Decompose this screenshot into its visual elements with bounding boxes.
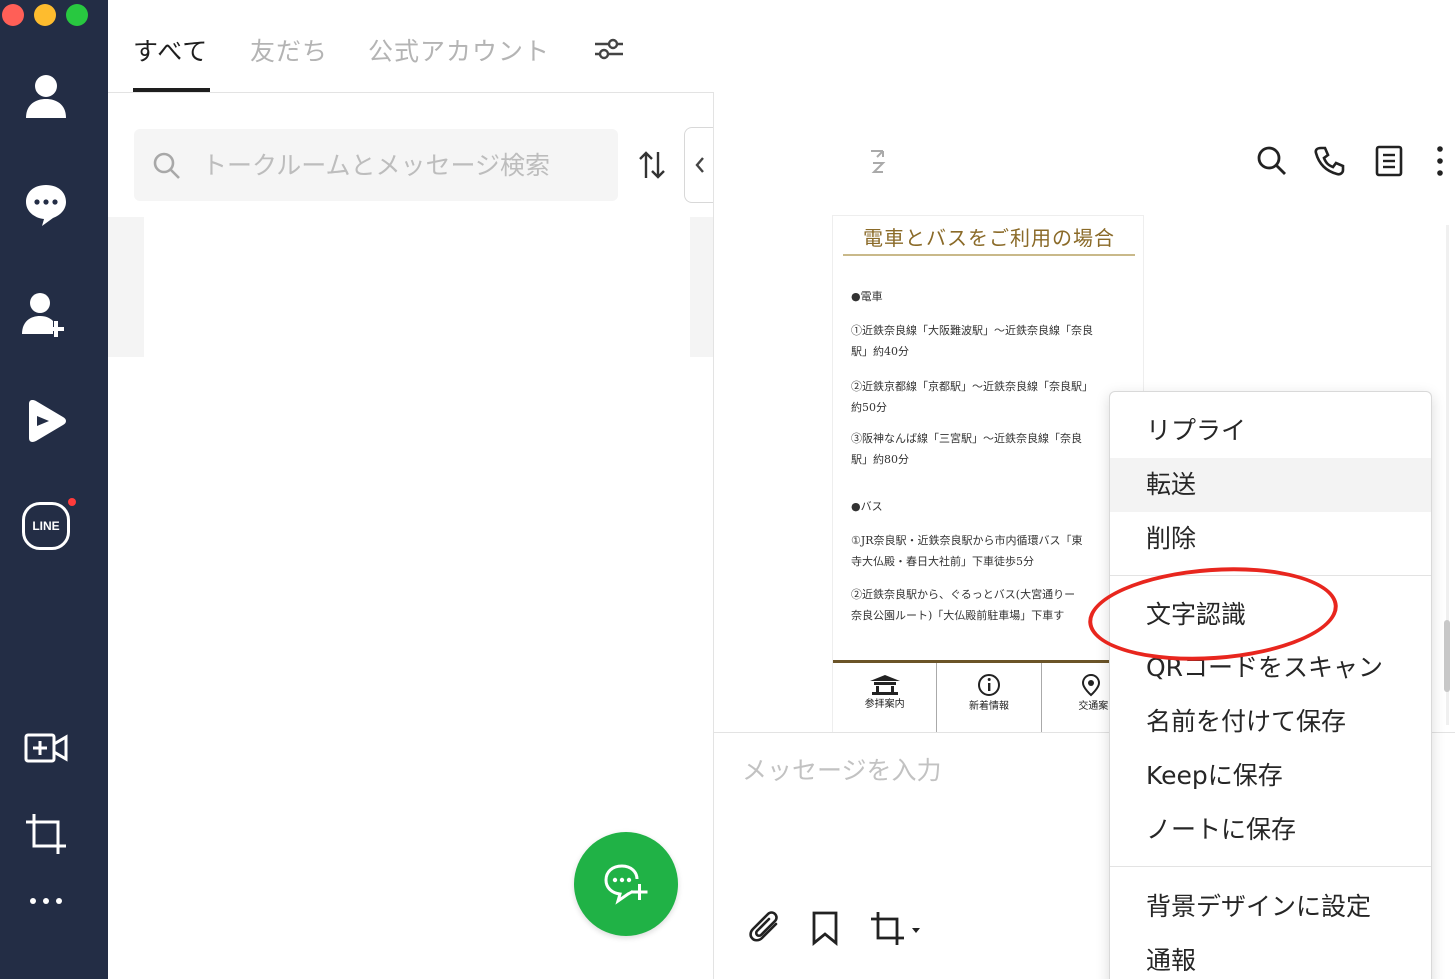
sliders-icon[interactable]	[593, 36, 625, 62]
temple-icon	[869, 675, 900, 695]
message-input[interactable]	[742, 750, 1102, 790]
chevron-left-icon	[694, 157, 704, 173]
sort-icon[interactable]	[638, 150, 666, 180]
map-pin-icon	[1082, 673, 1101, 697]
menu-item-forward[interactable]: 転送	[1110, 458, 1431, 512]
search-icon	[153, 152, 180, 179]
tab-friends[interactable]: 友だち	[250, 32, 328, 68]
new-chat-button[interactable]	[574, 832, 678, 936]
menu-item-text-recognition[interactable]: 文字認識	[1110, 588, 1431, 642]
image-text-line: ●バス	[851, 500, 883, 513]
sidebar-item-chats[interactable]	[0, 182, 92, 228]
menu-item-reply[interactable]: リプライ	[1110, 404, 1431, 458]
menu-item-save-as[interactable]: 名前を付けて保存	[1110, 695, 1431, 749]
image-text-line: ③阪神なんば線「三宮駅」〜近鉄奈良線「奈良	[851, 432, 1082, 445]
context-menu: リプライ 転送 削除 文字認識 QRコードをスキャン 名前を付けて保存 Keep…	[1109, 391, 1432, 979]
menu-separator	[1110, 866, 1431, 867]
image-nav-cell: 参拝案内	[833, 663, 938, 732]
image-nav-label: 参拝案内	[864, 699, 905, 710]
image-nav-label: 新着情報	[968, 701, 1009, 712]
info-icon	[977, 674, 1000, 696]
image-text-line: ②近鉄京都線「京都駅」〜近鉄奈良線「奈良駅」	[851, 380, 1093, 393]
image-message[interactable]: 電車とバスをご利用の場合 ●電車 ①近鉄奈良線「大阪難波駅」〜近鉄奈良線「奈良 …	[832, 215, 1144, 733]
image-nav-cell: 新着情報	[937, 663, 1042, 732]
menu-item-save-to-note[interactable]: ノートに保存	[1110, 803, 1431, 857]
search-input[interactable]	[202, 145, 602, 185]
tab-official-accounts[interactable]: 公式アカウント	[368, 32, 550, 68]
menu-separator	[1110, 575, 1431, 576]
chat-scrollbar-thumb[interactable]	[1444, 620, 1450, 692]
close-window-button[interactable]	[2, 4, 24, 26]
image-text-line: 約50分	[851, 401, 887, 414]
crop-icon[interactable]	[868, 910, 924, 946]
sidebar-item-video-call[interactable]	[0, 730, 92, 766]
image-rule	[843, 254, 1135, 256]
new-chat-icon	[604, 864, 648, 905]
image-text-line: 駅」約40分	[851, 345, 909, 358]
phone-icon[interactable]	[1313, 145, 1345, 177]
panel-divider	[713, 93, 714, 979]
maximize-window-button[interactable]	[66, 4, 88, 26]
image-nav-label: 交通案	[1078, 701, 1109, 712]
sidebar-item-more[interactable]	[0, 896, 92, 906]
notes-icon[interactable]	[1374, 145, 1404, 177]
sidebar-item-friends[interactable]	[0, 72, 92, 120]
chat-list-row-edge	[108, 217, 144, 357]
chat-list-row-edge	[690, 217, 713, 357]
sidebar-item-screenshot[interactable]	[0, 812, 92, 856]
chat-list-tabs: すべて 友だち 公式アカウント	[108, 0, 714, 93]
more-dots-icon	[30, 898, 62, 904]
search-icon[interactable]	[1256, 145, 1288, 177]
crop-icon	[26, 814, 66, 854]
menu-item-save-to-keep[interactable]: Keepに保存	[1110, 749, 1431, 803]
active-tab-indicator	[133, 88, 210, 92]
image-text-line: ②近鉄奈良駅から、ぐるっとバス(大宮通りー	[851, 588, 1076, 601]
image-text-line: ①JR奈良駅・近鉄奈良駅から市内循環バス「東	[851, 534, 1083, 547]
add-person-icon	[22, 293, 64, 337]
minimize-window-button[interactable]	[34, 4, 56, 26]
more-vertical-icon[interactable]	[1434, 145, 1446, 177]
chat-search-box	[134, 129, 618, 201]
menu-item-delete[interactable]: 削除	[1110, 512, 1431, 566]
menu-item-report[interactable]: 通報	[1110, 934, 1431, 979]
line-app-window: LINE すべて 友だち 公式アカウント トークルームとメッセージ検索 電車とバ…	[0, 0, 1455, 979]
tab-all[interactable]: すべて	[133, 32, 208, 68]
collapse-panel-button[interactable]	[684, 127, 714, 203]
image-text-line: ●電車	[851, 290, 883, 303]
attach-icon[interactable]	[748, 910, 784, 948]
image-text-line: 寺大仏殿・春日大社前」下車徒歩5分	[851, 555, 1034, 568]
image-title: 電車とバスをご利用の場合	[863, 226, 1115, 250]
sidebar-item-line[interactable]: LINE	[0, 498, 92, 550]
menu-item-scan-qr[interactable]: QRコードをスキャン	[1110, 641, 1431, 695]
chat-bubble-icon	[26, 185, 66, 226]
notification-dot	[68, 498, 76, 506]
menu-item-set-background[interactable]: 背景デザインに設定	[1110, 880, 1431, 934]
image-nav-bar: 参拝案内 新着情報 交通案	[833, 660, 1143, 732]
sidebar: LINE	[0, 0, 108, 979]
bookmark-icon[interactable]	[810, 910, 840, 946]
image-text-line: 駅」約80分	[851, 453, 909, 466]
sidebar-item-add-friend[interactable]	[0, 290, 92, 338]
sidebar-item-voom[interactable]	[0, 398, 92, 444]
video-add-icon	[24, 733, 68, 763]
image-text-line: 奈良公園ルート)「大仏殿前駐車場」下車す	[851, 609, 1065, 622]
external-window-icon[interactable]	[868, 145, 890, 175]
person-icon	[26, 75, 66, 118]
image-text-line: ①近鉄奈良線「大阪難波駅」〜近鉄奈良線「奈良	[851, 324, 1093, 337]
line-logo-text: LINE	[32, 519, 60, 533]
line-logo-icon: LINE	[22, 502, 70, 550]
window-controls	[2, 4, 88, 26]
play-icon	[29, 400, 66, 442]
